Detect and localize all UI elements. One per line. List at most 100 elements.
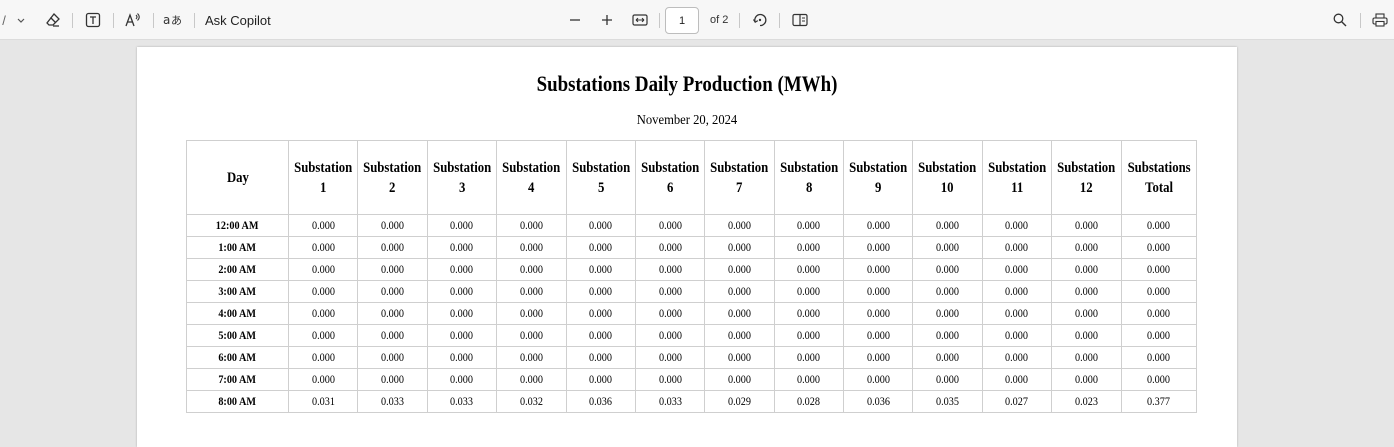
value-cell: 0.000 — [1051, 236, 1122, 259]
table-row: 1:00 AM 0.000 0.000 0.000 0.000 0.000 0.000 0.0… — [186, 236, 1197, 259]
page-view-icon[interactable] — [789, 0, 811, 40]
value-cell: 0.000 — [634, 302, 706, 325]
value-cell: 0.000 — [1051, 302, 1122, 325]
value-cell: 0.000 — [287, 214, 359, 237]
value-cell: 0.028 — [773, 390, 845, 413]
table-row: 12:00 AM 0.000 0.000 0.000 0.000 0.000 0.000 0.… — [186, 214, 1197, 237]
eraser-icon[interactable] — [42, 0, 64, 40]
value-cell: 0.000 — [565, 346, 636, 369]
value-cell: 0.000 — [287, 346, 359, 369]
text-box-icon[interactable] — [82, 0, 104, 40]
value-cell: 0.000 — [565, 280, 636, 303]
value-cell: 0.000 — [426, 346, 498, 369]
value-cell: 0.000 — [842, 258, 914, 281]
value-cell: 0.000 — [981, 302, 1053, 325]
row-time-cell: 12:00 AM — [186, 214, 289, 237]
value-cell: 0.000 — [981, 214, 1053, 237]
value-cell: 0.000 — [912, 324, 983, 347]
print-icon[interactable] — [1370, 0, 1390, 40]
value-cell: 0.000 — [912, 258, 983, 281]
value-cell: 0.000 — [426, 214, 498, 237]
table-row: 7:00 AM 0.000 0.000 0.000 0.000 0.000 0.000 0.0… — [186, 368, 1197, 391]
value-cell: 0.000 — [1120, 214, 1197, 237]
value-cell: 0.000 — [565, 258, 636, 281]
value-cell: 0.036 — [842, 390, 914, 413]
value-cell: 0.000 — [1120, 302, 1197, 325]
document-date: November 20, 2024 — [636, 113, 738, 128]
value-cell: 0.000 — [1051, 368, 1122, 391]
value-cell: 0.000 — [357, 236, 428, 259]
value-cell: 0.000 — [426, 324, 498, 347]
value-cell: 0.000 — [357, 368, 428, 391]
value-cell: 0.000 — [426, 236, 498, 259]
value-cell: 0.000 — [704, 346, 775, 369]
row-time-cell: 2:00 AM — [186, 258, 289, 281]
table-header-row: Day Substation 1 Substation 2 Substation 3 Subs… — [186, 140, 1197, 215]
value-cell: 0.031 — [287, 390, 359, 413]
value-cell: 0.000 — [704, 258, 775, 281]
row-time-cell: 4:00 AM — [186, 302, 289, 325]
value-cell: 0.000 — [704, 368, 775, 391]
read-aloud-icon[interactable] — [122, 0, 144, 40]
translate-icon[interactable]: aあ — [162, 0, 184, 40]
value-cell: 0.000 — [1120, 280, 1197, 303]
value-cell: 0.000 — [287, 368, 359, 391]
value-cell: 0.000 — [912, 280, 983, 303]
zoom-out-icon[interactable] — [565, 0, 585, 40]
value-cell: 0.000 — [1051, 280, 1122, 303]
value-cell: 0.000 — [981, 258, 1053, 281]
page-number-input[interactable]: 1 — [665, 7, 699, 34]
value-cell: 0.000 — [704, 280, 775, 303]
chevron-down-icon[interactable] — [13, 0, 29, 40]
value-cell: 0.000 — [704, 214, 775, 237]
value-cell: 0.000 — [634, 214, 706, 237]
value-cell: 0.000 — [634, 258, 706, 281]
value-cell: 0.000 — [773, 236, 845, 259]
value-cell: 0.000 — [496, 324, 567, 347]
value-cell: 0.027 — [981, 390, 1053, 413]
value-cell: 0.000 — [496, 258, 567, 281]
column-header: Substation 10 — [912, 140, 983, 215]
pdf-toolbar: / aあ Ask Copilot 1 of 2 — [0, 0, 1394, 40]
value-cell: 0.000 — [634, 280, 706, 303]
zoom-in-icon[interactable] — [597, 0, 617, 40]
value-cell: 0.000 — [842, 214, 914, 237]
toolbar-overflow-fragment: / — [2, 12, 6, 28]
value-cell: 0.000 — [912, 302, 983, 325]
rotate-icon[interactable] — [749, 0, 771, 40]
table-row: 8:00 AM 0.031 0.033 0.033 0.032 0.036 0.033 0.0… — [186, 390, 1197, 413]
value-cell: 0.000 — [496, 368, 567, 391]
value-cell: 0.000 — [357, 214, 428, 237]
column-header: Substation 3 — [426, 140, 498, 215]
value-cell: 0.000 — [287, 236, 359, 259]
svg-text:a: a — [163, 13, 170, 27]
column-header: Substation 9 — [842, 140, 914, 215]
value-cell: 0.000 — [565, 302, 636, 325]
value-cell: 0.000 — [704, 324, 775, 347]
value-cell: 0.036 — [565, 390, 636, 413]
ask-copilot-button[interactable]: Ask Copilot — [205, 0, 275, 40]
value-cell: 0.000 — [426, 302, 498, 325]
column-header: Substation 4 — [496, 140, 567, 215]
value-cell: 0.000 — [704, 302, 775, 325]
row-time-cell: 7:00 AM — [186, 368, 289, 391]
value-cell: 0.000 — [496, 346, 567, 369]
value-cell: 0.000 — [496, 302, 567, 325]
value-cell: 0.000 — [842, 280, 914, 303]
value-cell: 0.000 — [842, 236, 914, 259]
value-cell: 0.000 — [1120, 324, 1197, 347]
value-cell: 0.035 — [912, 390, 983, 413]
value-cell: 0.000 — [842, 346, 914, 369]
value-cell: 0.000 — [357, 324, 428, 347]
column-header: Substation 6 — [634, 140, 706, 215]
fit-width-icon[interactable] — [629, 0, 651, 40]
value-cell: 0.000 — [981, 346, 1053, 369]
value-cell: 0.000 — [1051, 324, 1122, 347]
value-cell: 0.000 — [634, 346, 706, 369]
value-cell: 0.000 — [357, 280, 428, 303]
value-cell: 0.000 — [634, 324, 706, 347]
value-cell: 0.033 — [426, 390, 498, 413]
value-cell: 0.000 — [842, 368, 914, 391]
column-header: Substation 5 — [565, 140, 636, 215]
search-icon[interactable] — [1330, 0, 1350, 40]
